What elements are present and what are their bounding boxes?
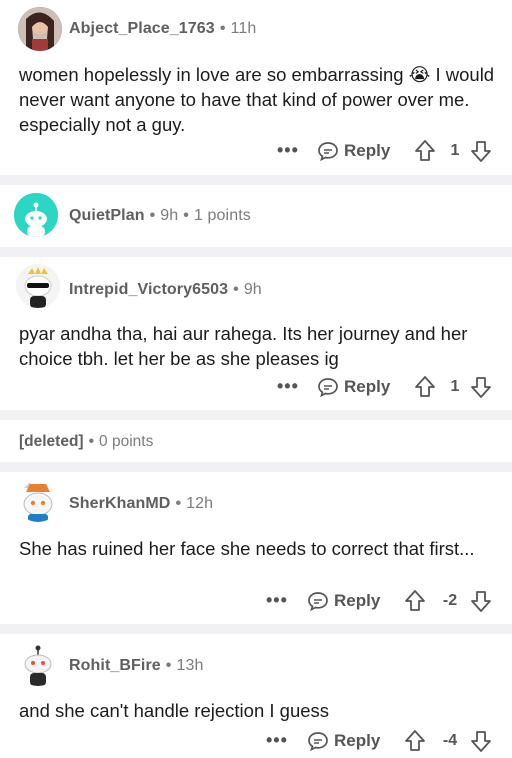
vote-score: -2: [442, 592, 458, 609]
vote-score: -4: [442, 732, 458, 749]
author-name[interactable]: QuietPlan: [69, 207, 145, 224]
more-dots-icon[interactable]: •••: [266, 590, 288, 611]
author-name[interactable]: SherKhanMD: [69, 495, 170, 512]
vote-score: 1: [450, 378, 460, 395]
comment-author[interactable]: Abject_Place_1763 • 11h: [69, 20, 256, 38]
comment-author[interactable]: QuietPlan • 9h • 1 points: [69, 207, 251, 225]
separator-dot: •: [165, 657, 172, 674]
comment-body: She has ruined her face she needs to cor…: [19, 538, 475, 559]
comment-divider: [0, 410, 512, 420]
separator-dot: •: [175, 495, 182, 512]
reply-button[interactable]: Reply: [317, 376, 390, 398]
author-name[interactable]: Rohit_BFire: [69, 657, 161, 674]
upvote-arrow-icon[interactable]: [404, 589, 426, 613]
upvote-arrow-icon[interactable]: [414, 139, 436, 163]
separator-dot: •: [88, 433, 95, 450]
reply-bubble-icon: [308, 732, 328, 752]
comment-divider: [0, 624, 512, 634]
comment-body: and she can't handle rejection I guess: [19, 700, 330, 721]
avatar[interactable]: [18, 7, 62, 51]
avatar[interactable]: [16, 478, 60, 522]
author-name[interactable]: Intrepid_Victory6503: [69, 281, 228, 298]
author-name: [deleted]: [19, 433, 84, 450]
comment-divider: [0, 247, 512, 257]
comment-body: women hopelessly in love are so embarras…: [19, 64, 495, 135]
reply-bubble-icon: [308, 592, 328, 612]
reply-label: Reply: [344, 377, 391, 396]
upvote-arrow-icon[interactable]: [404, 729, 426, 753]
downvote-arrow-icon[interactable]: [470, 375, 492, 399]
more-dots-icon[interactable]: •••: [277, 376, 299, 397]
separator-dot: •: [219, 20, 226, 37]
downvote-arrow-icon[interactable]: [470, 729, 492, 753]
avatar[interactable]: [16, 264, 60, 308]
comment-age: 13h: [176, 657, 204, 674]
comment-divider: [0, 462, 512, 472]
reply-button[interactable]: Reply: [307, 590, 380, 612]
author-name[interactable]: Abject_Place_1763: [69, 20, 215, 37]
comment-body: pyar andha tha, hai aur rahega. Its her …: [19, 323, 468, 369]
comment-age: 11h: [230, 20, 257, 37]
downvote-arrow-icon[interactable]: [470, 589, 492, 613]
separator-dot: •: [233, 281, 239, 298]
downvote-arrow-icon[interactable]: [470, 139, 492, 163]
comment-divider: [0, 175, 512, 185]
reply-label: Reply: [344, 141, 391, 160]
reply-bubble-icon: [318, 378, 338, 398]
comment-4-collapsed[interactable]: [deleted] • 0 points: [19, 433, 153, 451]
comment-age: 9h: [160, 207, 179, 224]
comment-author[interactable]: SherKhanMD • 12h: [69, 495, 213, 513]
upvote-arrow-icon[interactable]: [414, 375, 436, 399]
reply-button[interactable]: Reply: [317, 140, 390, 162]
vote-score: 1: [450, 142, 460, 159]
more-dots-icon[interactable]: •••: [266, 730, 288, 751]
separator-dot: •: [183, 207, 189, 224]
comment-author[interactable]: Intrepid_Victory6503 • 9h: [69, 281, 262, 299]
separator-dot: •: [149, 207, 156, 224]
more-dots-icon[interactable]: •••: [277, 140, 299, 161]
avatar[interactable]: [16, 642, 60, 686]
avatar[interactable]: [14, 193, 58, 237]
reply-label: Reply: [334, 591, 381, 610]
comment-points: 1 points: [194, 207, 251, 224]
comment-author[interactable]: Rohit_BFire • 13h: [69, 657, 203, 675]
comment-age: 9h: [243, 281, 262, 298]
reply-button[interactable]: Reply: [307, 730, 380, 752]
comment-age: 12h: [186, 495, 214, 512]
reply-label: Reply: [334, 731, 381, 750]
reply-bubble-icon: [318, 142, 338, 162]
comment-points: 0 points: [99, 433, 154, 450]
